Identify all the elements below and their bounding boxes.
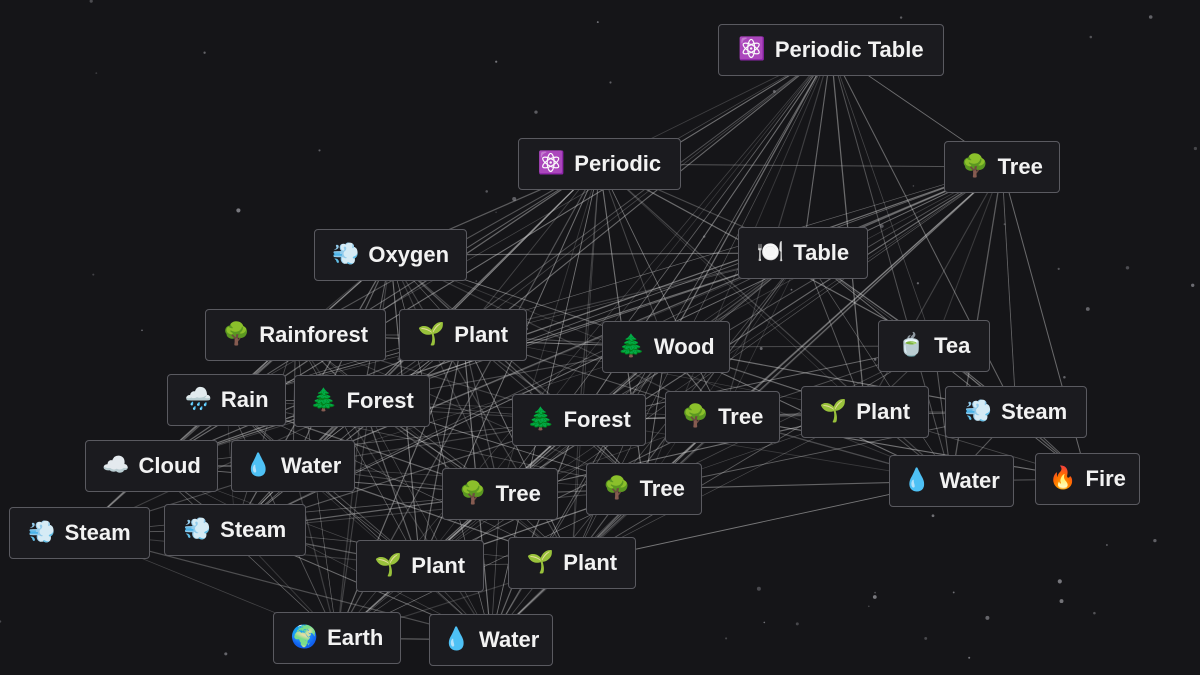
element-tree-3[interactable]: 🌳 Tree [442, 468, 558, 520]
tea-icon: 🍵 [897, 333, 926, 358]
element-label: Oxygen [368, 242, 450, 267]
element-tree-4[interactable]: 🌳 Tree [586, 463, 702, 515]
element-tree-2[interactable]: 🌳 Tree [665, 391, 780, 443]
element-plant-4[interactable]: 🌱 Plant [508, 537, 636, 589]
globe-icon: 🌍 [290, 625, 319, 650]
element-rainforest[interactable]: 🌳 Rainforest [205, 309, 386, 361]
connection-line [490, 419, 580, 641]
element-plant-1[interactable]: 🌱 Plant [399, 309, 527, 361]
element-label: Earth [327, 625, 384, 650]
element-label: Plant [454, 322, 509, 347]
element-plant-3[interactable]: 🌱 Plant [356, 540, 484, 592]
element-label: Periodic Table [774, 37, 924, 62]
element-label: Forest [563, 407, 631, 432]
element-label: Plant [563, 550, 618, 575]
tree-icon: 🌳 [603, 476, 631, 501]
droplet-icon: 💧 [244, 453, 273, 478]
plate-icon: 🍽️ [756, 240, 785, 265]
element-label: Tree [639, 476, 685, 501]
fire-icon: 🔥 [1049, 466, 1077, 491]
element-steam-3[interactable]: 💨 Steam [164, 504, 306, 556]
element-water-3[interactable]: 💧 Water [429, 614, 553, 666]
element-cloud[interactable]: ☁️ Cloud [85, 440, 218, 492]
element-steam-1[interactable]: 💨 Steam [945, 386, 1087, 438]
element-label: Water [939, 468, 1000, 493]
evergreen-tree-icon: 🌲 [617, 334, 645, 359]
element-table[interactable]: 🍽️ Table [738, 227, 868, 279]
tree-icon: 🌳 [961, 154, 989, 179]
element-label: Wood [653, 334, 715, 359]
seedling-icon: 🌱 [526, 550, 555, 575]
element-label: Fire [1085, 466, 1126, 491]
element-label: Tea [934, 333, 971, 358]
tree-icon: 🌳 [222, 322, 251, 347]
connection-line [1001, 166, 1017, 413]
element-label: Water [479, 627, 540, 652]
element-water-2[interactable]: 💧 Water [889, 455, 1014, 507]
crafting-canvas[interactable]: ⚛️ Periodic Table ⚛️ Periodic 🌳 Tree 💨 Oxygen 🍽️… [0, 0, 1200, 675]
wind-icon: 💨 [331, 242, 360, 267]
element-label: Periodic [574, 151, 662, 176]
element-label: Steam [64, 520, 131, 545]
element-label: Cloud [138, 453, 201, 478]
element-forest-2[interactable]: 🌲 Forest [512, 394, 646, 446]
element-label: Tree [718, 404, 764, 429]
element-label: Table [793, 240, 850, 265]
wind-icon: 💨 [964, 399, 993, 424]
tree-icon: 🌳 [681, 404, 710, 429]
element-label: Steam [1001, 399, 1068, 424]
element-steam-2[interactable]: 💨 Steam [9, 507, 150, 559]
droplet-icon: 💧 [442, 627, 471, 652]
element-rain[interactable]: 🌧️ Rain [167, 374, 286, 426]
element-tree-1[interactable]: 🌳 Tree [944, 141, 1060, 193]
element-periodic[interactable]: ⚛️ Periodic [518, 138, 681, 190]
element-label: Plant [411, 553, 466, 578]
element-forest-1[interactable]: 🌲 Forest [294, 375, 430, 427]
element-label: Forest [346, 388, 414, 413]
element-label: Tree [997, 154, 1043, 179]
element-label: Steam [220, 517, 287, 542]
tree-icon: 🌳 [459, 481, 487, 506]
connection-line [830, 49, 935, 347]
cloud-icon: ☁️ [102, 453, 130, 478]
element-oxygen[interactable]: 💨 Oxygen [314, 229, 467, 281]
atom-icon: ⚛️ [537, 151, 566, 176]
droplet-icon: 💧 [903, 468, 931, 493]
element-fire[interactable]: 🔥 Fire [1035, 453, 1140, 505]
wind-icon: 💨 [183, 517, 212, 542]
evergreen-tree-icon: 🌲 [310, 388, 338, 413]
element-label: Plant [856, 399, 911, 424]
element-tea[interactable]: 🍵 Tea [878, 320, 990, 372]
element-periodic-table[interactable]: ⚛️ Periodic Table [718, 24, 944, 76]
element-plant-2[interactable]: 🌱 Plant [801, 386, 929, 438]
element-wood[interactable]: 🌲 Wood [602, 321, 730, 373]
element-label: Tree [495, 481, 541, 506]
element-water-1[interactable]: 💧 Water [231, 440, 355, 492]
connection-line [571, 345, 935, 564]
element-label: Rain [220, 387, 269, 412]
element-label: Water [281, 453, 342, 478]
element-earth[interactable]: 🌍 Earth [273, 612, 401, 664]
seedling-icon: 🌱 [819, 399, 848, 424]
wind-icon: 💨 [28, 520, 56, 545]
atom-icon: ⚛️ [738, 37, 766, 62]
element-label: Rainforest [259, 322, 369, 347]
evergreen-tree-icon: 🌲 [527, 407, 555, 432]
seedling-icon: 🌱 [374, 553, 403, 578]
rain-cloud-icon: 🌧️ [184, 387, 212, 412]
seedling-icon: 🌱 [417, 322, 446, 347]
